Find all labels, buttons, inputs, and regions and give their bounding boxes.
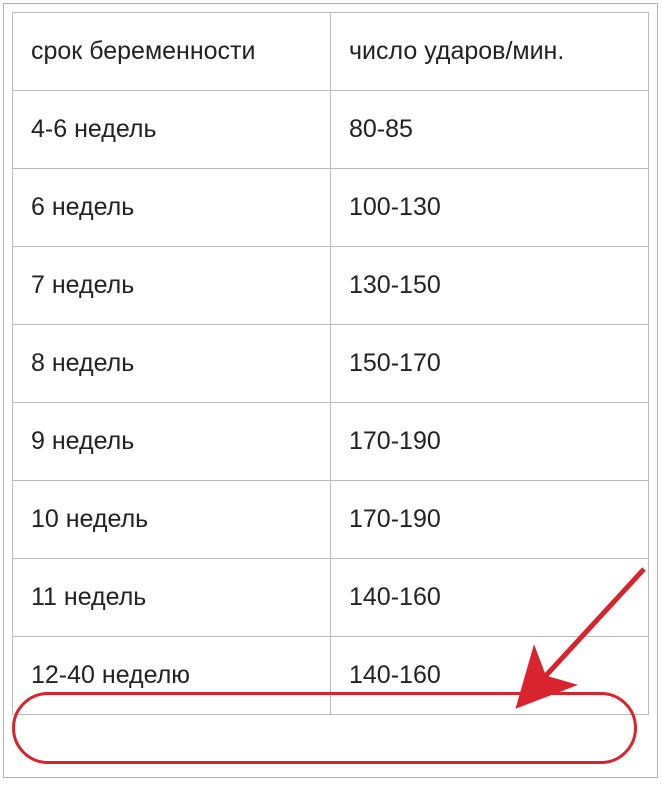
table-row: 9 недель 170-190 bbox=[12, 403, 649, 481]
cell-term: 6 недель bbox=[12, 169, 330, 247]
table-row: 10 недель 170-190 bbox=[12, 481, 649, 559]
table-row: 8 недель 150-170 bbox=[12, 325, 649, 403]
cell-bpm: 140-160 bbox=[330, 637, 649, 715]
table-row: 12-40 неделю 140-160 bbox=[12, 637, 649, 715]
table-frame: срок беременности число ударов/мин. 4-6 … bbox=[3, 3, 658, 778]
cell-term: 11 недель bbox=[12, 559, 330, 637]
cell-bpm: 150-170 bbox=[330, 325, 649, 403]
cell-bpm: 130-150 bbox=[330, 247, 649, 325]
table-row: 4-6 недель 80-85 bbox=[12, 91, 649, 169]
cell-bpm: 170-190 bbox=[330, 481, 649, 559]
table-row: 7 недель 130-150 bbox=[12, 247, 649, 325]
table-header-row: срок беременности число ударов/мин. bbox=[12, 12, 649, 91]
heartrate-table: срок беременности число ударов/мин. 4-6 … bbox=[12, 12, 649, 715]
cell-term: 9 недель bbox=[12, 403, 330, 481]
table-row: 11 недель 140-160 bbox=[12, 559, 649, 637]
cell-term: 12-40 неделю bbox=[12, 637, 330, 715]
cell-bpm: 80-85 bbox=[330, 91, 649, 169]
header-bpm: число ударов/мин. bbox=[330, 12, 649, 91]
cell-term: 4-6 недель bbox=[12, 91, 330, 169]
table-row: 6 недель 100-130 bbox=[12, 169, 649, 247]
cell-term: 7 недель bbox=[12, 247, 330, 325]
cell-term: 10 недель bbox=[12, 481, 330, 559]
header-term: срок беременности bbox=[12, 12, 330, 91]
cell-term: 8 недель bbox=[12, 325, 330, 403]
cell-bpm: 170-190 bbox=[330, 403, 649, 481]
cell-bpm: 140-160 bbox=[330, 559, 649, 637]
cell-bpm: 100-130 bbox=[330, 169, 649, 247]
